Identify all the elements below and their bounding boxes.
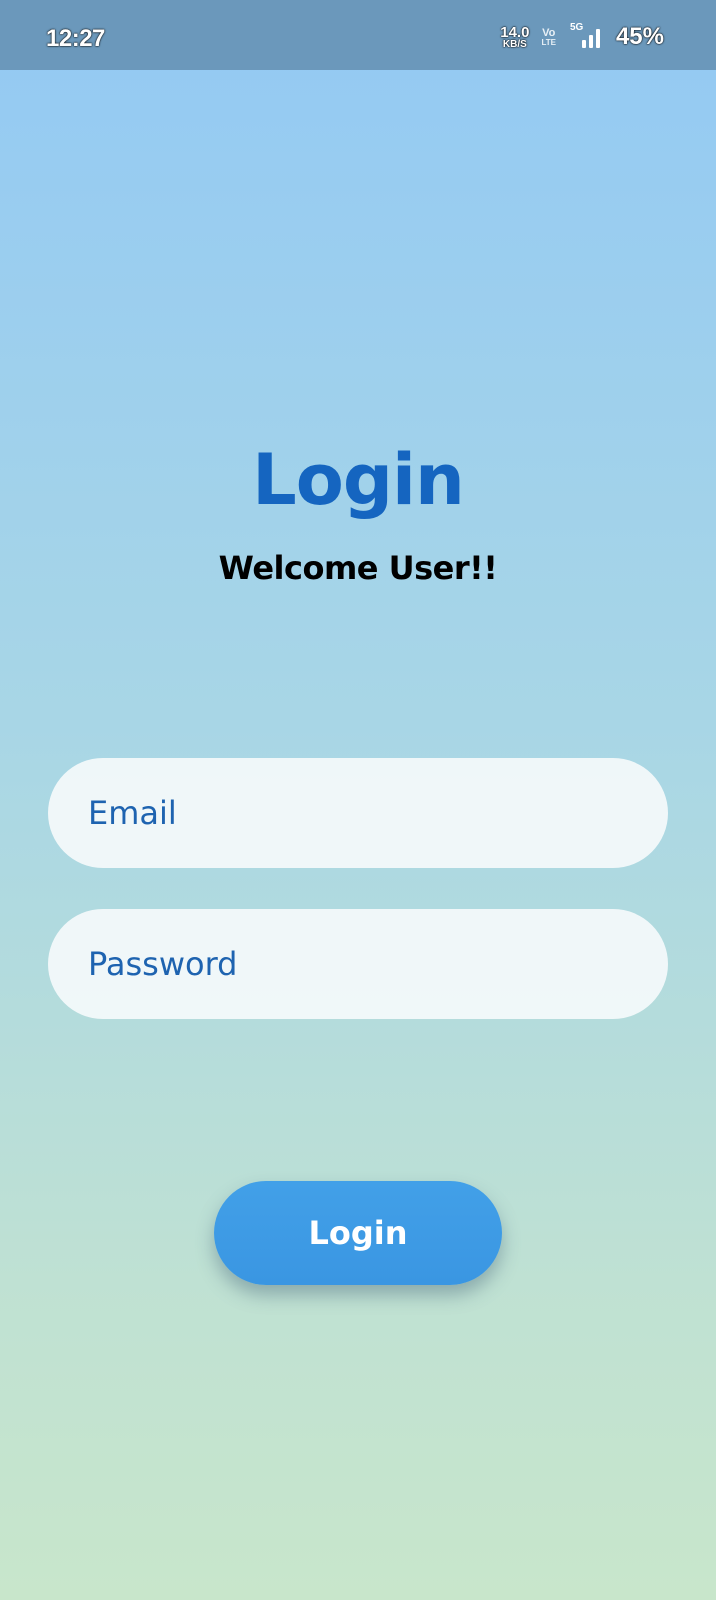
email-field[interactable] <box>48 758 668 868</box>
signal-bar <box>581 40 586 48</box>
status-icons: 14.0 KB/S Vo LTE 5G 45% <box>500 22 664 52</box>
password-field[interactable] <box>48 909 668 1019</box>
battery-level: 45% <box>615 23 664 50</box>
network-speed-value: 14.0 <box>500 23 530 41</box>
signal-bar <box>595 29 600 48</box>
page-title: Login <box>252 439 465 521</box>
volte-icon-bottom: LTE <box>541 37 556 47</box>
signal-bar <box>588 35 593 48</box>
status-time: 12:27 <box>46 25 105 52</box>
network-speed-unit: KB/S <box>502 38 527 50</box>
login-button[interactable]: Login <box>214 1181 502 1285</box>
volte-icon-top: Vo <box>542 26 556 39</box>
network-type: 5G <box>569 22 584 33</box>
volte-icon: Vo LTE <box>541 26 556 47</box>
status-bar: 12:27 14.0 KB/S Vo LTE 5G 45% <box>0 0 716 70</box>
signal-icon: 5G <box>569 22 604 50</box>
welcome-message: Welcome User!! <box>218 549 498 587</box>
network-speed: 14.0 KB/S <box>500 25 529 50</box>
